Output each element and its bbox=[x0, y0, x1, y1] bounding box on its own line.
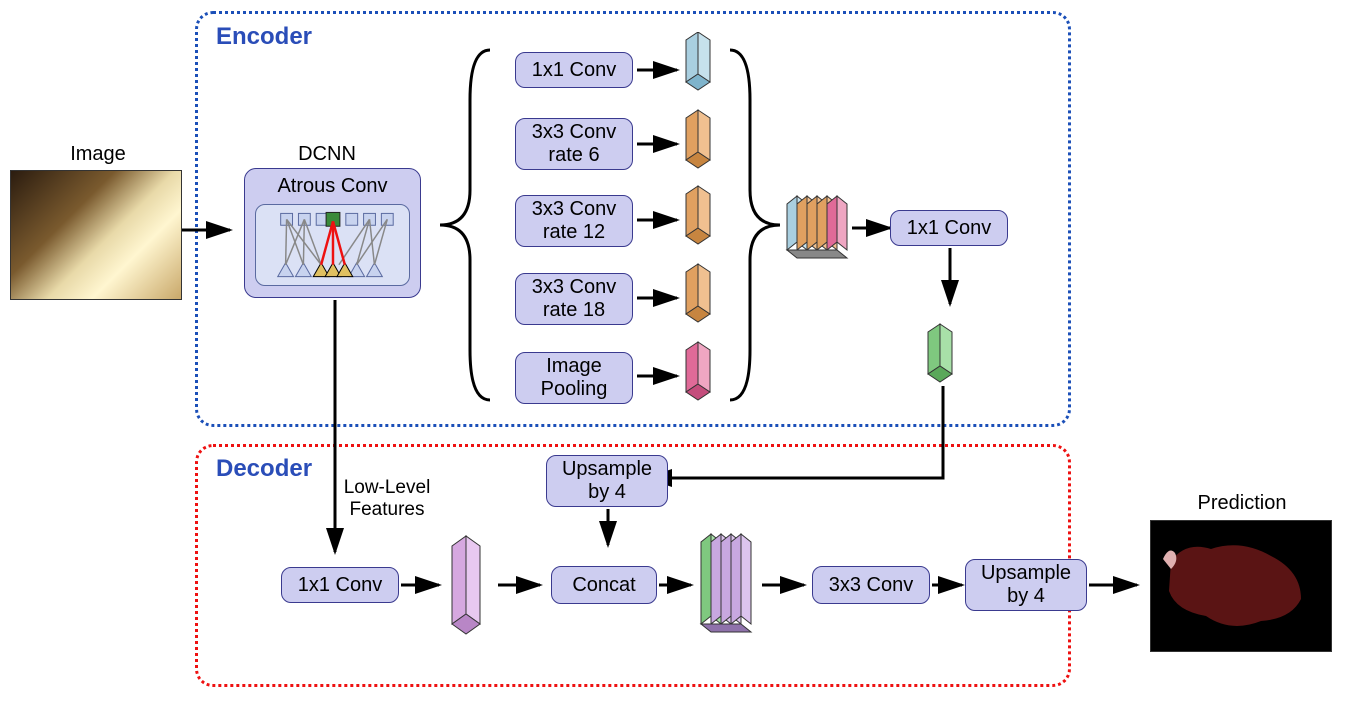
arrow-1x1-to-green bbox=[940, 246, 960, 316]
aspp-image-pooling: Image Pooling bbox=[515, 352, 633, 404]
decoder-upsample-1: Upsample by 4 bbox=[546, 455, 668, 507]
diagram-canvas: Encoder Decoder Image DCNN Atrous Conv bbox=[0, 0, 1347, 704]
atrous-conv-label: Atrous Conv bbox=[245, 169, 420, 198]
decoder-1x1-conv: 1x1 Conv bbox=[281, 567, 399, 603]
aspp-1x1-conv: 1x1 Conv bbox=[515, 52, 633, 88]
aspp-3x3-rate12: 3x3 Conv rate 12 bbox=[515, 195, 633, 247]
aspp-3x3-rate6: 3x3 Conv rate 6 bbox=[515, 118, 633, 170]
brace-open bbox=[430, 40, 510, 410]
decoder-3x3-conv: 3x3 Conv bbox=[812, 566, 930, 604]
encoder-title: Encoder bbox=[216, 23, 312, 51]
aspp-3x3-rate18: 3x3 Conv rate 18 bbox=[515, 273, 633, 325]
atrous-conv-illustration bbox=[255, 204, 410, 286]
image-label: Image bbox=[58, 143, 138, 166]
arrow-encoder-to-upsample bbox=[628, 380, 968, 500]
arrow-upsample-down bbox=[598, 507, 618, 555]
low-level-features-label: Low-Level Features bbox=[332, 477, 442, 521]
dcnn-label: DCNN bbox=[287, 143, 367, 166]
decoder-title: Decoder bbox=[216, 455, 312, 483]
arrow-1x1-to-pink bbox=[399, 575, 449, 595]
encoder-output-slab bbox=[918, 318, 978, 388]
atrous-conv-block: Atrous Conv bbox=[244, 168, 421, 298]
prediction-label: Prediction bbox=[1192, 492, 1292, 515]
decoder-concat: Concat bbox=[551, 566, 657, 604]
encoder-1x1-conv: 1x1 Conv bbox=[890, 210, 1008, 246]
arrow-pink-to-concat bbox=[496, 575, 550, 595]
arrow-stack2-to-3x3 bbox=[760, 575, 814, 595]
arrow-upsample2-to-pred bbox=[1087, 575, 1147, 595]
lowlevel-slab bbox=[444, 528, 504, 643]
arrow-image-to-dcnn bbox=[180, 220, 240, 240]
arrow-lowlevel-down bbox=[325, 298, 345, 562]
prediction-image-placeholder bbox=[1150, 520, 1332, 652]
input-image-placeholder bbox=[10, 170, 182, 300]
decoder-upsample-2: Upsample by 4 bbox=[965, 559, 1087, 611]
